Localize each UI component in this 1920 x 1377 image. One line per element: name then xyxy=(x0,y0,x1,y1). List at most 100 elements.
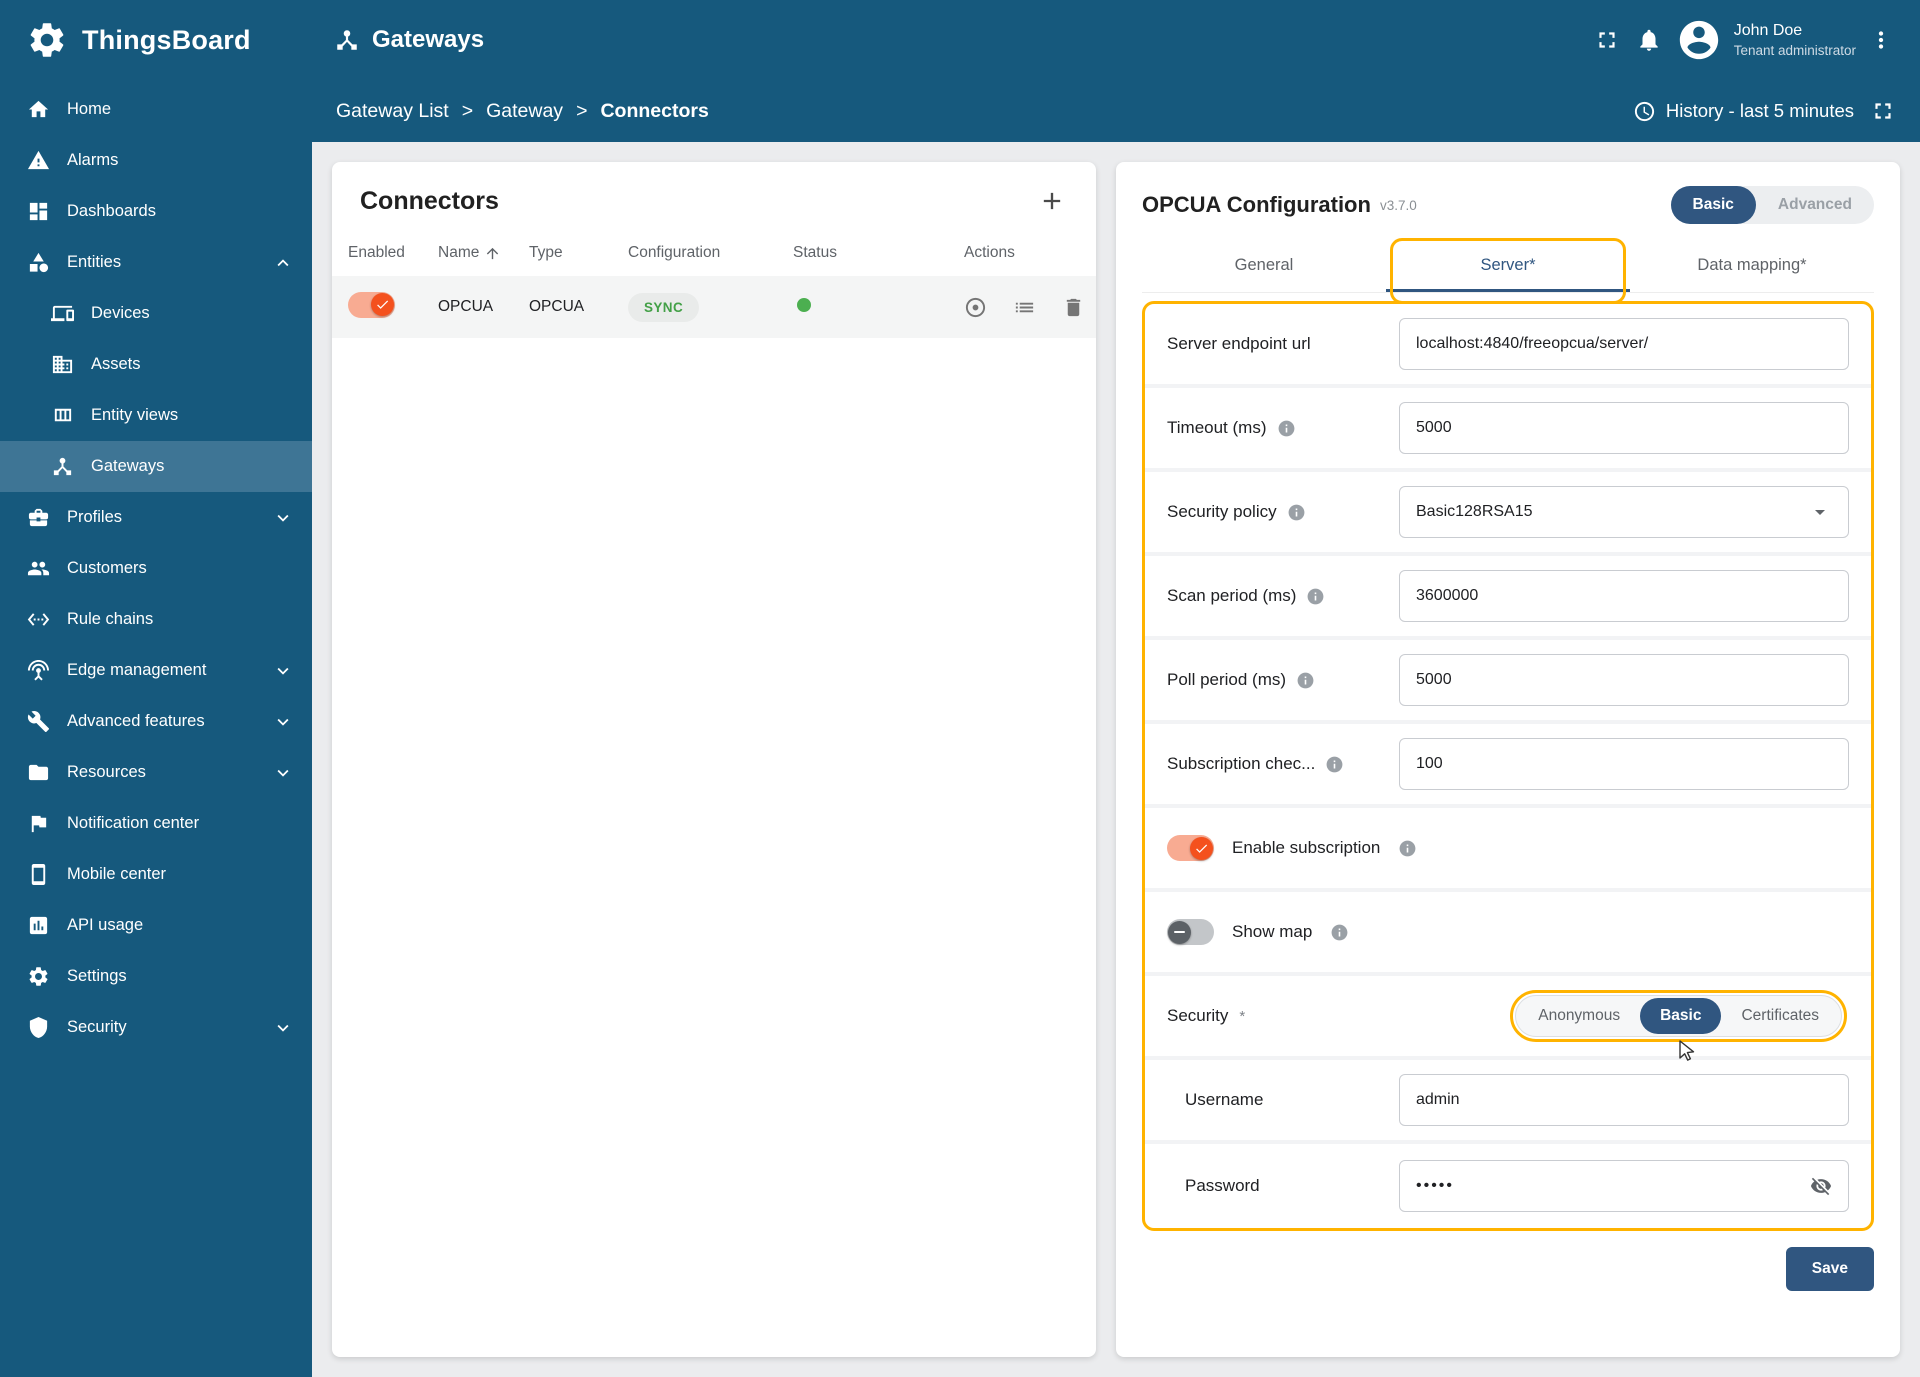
field-row-scan-period: Scan period (ms) 3600000 xyxy=(1145,556,1871,640)
logs-icon[interactable] xyxy=(1013,296,1036,319)
enable-subscription-toggle[interactable] xyxy=(1167,835,1214,861)
tab-data-mapping[interactable]: Data mapping* xyxy=(1630,238,1874,292)
sidebar-item-home[interactable]: Home xyxy=(0,84,312,135)
breadcrumb-separator: > xyxy=(461,99,474,122)
sidebar-item-mobile-center[interactable]: Mobile center xyxy=(0,849,312,900)
timeout-input[interactable]: 5000 xyxy=(1399,402,1849,454)
sidebar-item-customers[interactable]: Customers xyxy=(0,543,312,594)
save-button[interactable]: Save xyxy=(1785,1247,1874,1291)
column-name[interactable]: Name xyxy=(438,244,529,262)
advanced-mode-button[interactable]: Advanced xyxy=(1756,186,1874,224)
sidebar-item-label: API usage xyxy=(67,916,144,934)
required-marker: * xyxy=(1239,1008,1246,1025)
field-label: Server endpoint url xyxy=(1167,334,1311,353)
tools-icon xyxy=(27,710,50,733)
sidebar-item-rule-chains[interactable]: Rule chains xyxy=(0,594,312,645)
breadcrumb-gateway-list[interactable]: Gateway List xyxy=(336,100,449,123)
field-label: Subscription chec... xyxy=(1167,754,1316,773)
tab-server[interactable]: Server* xyxy=(1386,238,1630,304)
field-label: Timeout (ms) xyxy=(1167,418,1267,437)
app-root: ThingsBoard Gateways John Doe Tenant adm… xyxy=(0,0,1920,1377)
sidebar-item-assets[interactable]: Assets xyxy=(0,339,312,390)
sidebar-item-label: Entities xyxy=(67,253,122,271)
sidebar-item-label: Alarms xyxy=(67,151,119,169)
basic-mode-button[interactable]: Basic xyxy=(1670,186,1756,224)
info-icon[interactable] xyxy=(1287,503,1306,522)
fullscreen-button[interactable] xyxy=(1586,19,1628,61)
info-icon[interactable] xyxy=(1296,671,1315,690)
chevron-up-icon xyxy=(272,252,294,274)
field-label: Password xyxy=(1185,1176,1260,1195)
subscription-check-input[interactable]: 100 xyxy=(1399,738,1849,790)
scan-period-input[interactable]: 3600000 xyxy=(1399,570,1849,622)
opcua-config-panel: OPCUA Configuration v3.7.0 Basic Advance… xyxy=(1116,162,1900,1357)
avatar[interactable] xyxy=(1676,17,1722,63)
sidebar-item-label: Settings xyxy=(67,967,127,985)
info-icon[interactable] xyxy=(1306,587,1325,606)
sidebar-item-label: Entity views xyxy=(91,406,179,424)
insert-chart-icon xyxy=(27,914,50,937)
tab-general[interactable]: General xyxy=(1142,238,1386,292)
thingsboard-logo-icon xyxy=(26,19,68,61)
info-icon[interactable] xyxy=(1398,839,1417,858)
sidebar-item-resources[interactable]: Resources xyxy=(0,747,312,798)
sidebar-item-dashboards[interactable]: Dashboards xyxy=(0,186,312,237)
breadcrumb-separator: > xyxy=(576,99,588,122)
brand: ThingsBoard xyxy=(0,19,312,61)
sidebar-item-gateways[interactable]: Gateways xyxy=(0,441,312,492)
check-icon xyxy=(1194,841,1209,856)
sidebar-item-security[interactable]: Security xyxy=(0,1002,312,1053)
chevron-down-icon xyxy=(272,711,294,733)
password-input[interactable]: ••••• xyxy=(1399,1160,1849,1212)
status-indicator xyxy=(797,297,811,312)
sidebar-item-advanced-features[interactable]: Advanced features xyxy=(0,696,312,747)
rpc-icon[interactable] xyxy=(964,296,987,319)
username-input[interactable]: admin xyxy=(1399,1074,1849,1126)
notifications-button[interactable] xyxy=(1628,19,1670,61)
sidebar-item-entities[interactable]: Entities xyxy=(0,237,312,288)
expand-panel-button[interactable] xyxy=(1862,90,1904,132)
sidebar-item-edge-management[interactable]: Edge management xyxy=(0,645,312,696)
info-icon[interactable] xyxy=(1277,419,1296,438)
show-map-row: Show map xyxy=(1145,892,1871,976)
security-anonymous-button[interactable]: Anonymous xyxy=(1518,998,1640,1034)
sidebar-item-devices[interactable]: Devices xyxy=(0,288,312,339)
delete-icon[interactable] xyxy=(1062,296,1085,319)
sidebar-item-label: Rule chains xyxy=(67,610,154,628)
add-connector-button[interactable] xyxy=(1032,186,1072,216)
breadcrumb-gateway[interactable]: Gateway xyxy=(486,100,563,123)
connector-row[interactable]: OPCUA OPCUA SYNC xyxy=(332,276,1096,338)
column-type: Type xyxy=(529,244,563,261)
input-value: 5000 xyxy=(1416,419,1452,436)
security-policy-select[interactable]: Basic128RSA15 xyxy=(1399,486,1849,538)
toggle-password-visibility-button[interactable] xyxy=(1810,1175,1832,1197)
history-label: History - last 5 minutes xyxy=(1665,100,1854,121)
sort-ascending-icon xyxy=(484,245,501,262)
poll-period-input[interactable]: 5000 xyxy=(1399,654,1849,706)
sidebar-item-alarms[interactable]: Alarms xyxy=(0,135,312,186)
security-certificates-button[interactable]: Certificates xyxy=(1721,998,1839,1034)
sidebar-item-api-usage[interactable]: API usage xyxy=(0,900,312,951)
more-menu-button[interactable] xyxy=(1860,19,1902,61)
configuration-chip[interactable]: SYNC xyxy=(628,292,700,322)
info-icon[interactable] xyxy=(1325,755,1344,774)
sidebar-item-notification-center[interactable]: Notification center xyxy=(0,798,312,849)
connector-enabled-toggle[interactable] xyxy=(348,291,395,318)
sidebar-item-label: Edge management xyxy=(67,661,207,679)
server-endpoint-url-input[interactable]: localhost:4840/freeopcua/server/ xyxy=(1399,318,1849,370)
info-icon[interactable] xyxy=(1330,923,1349,942)
column-configuration: Configuration xyxy=(628,244,721,261)
field-row-security-policy: Security policy Basic128RSA15 xyxy=(1145,472,1871,556)
smartphone-icon xyxy=(27,863,50,886)
sidebar-item-entity-views[interactable]: Entity views xyxy=(0,390,312,441)
column-status: Status xyxy=(793,244,837,261)
settings-ethernet-icon xyxy=(27,608,50,631)
field-label: Security policy xyxy=(1167,502,1277,521)
sidebar-item-profiles[interactable]: Profiles xyxy=(0,492,312,543)
security-basic-button[interactable]: Basic xyxy=(1640,998,1722,1034)
show-map-toggle[interactable] xyxy=(1167,919,1214,945)
sidebar-item-settings[interactable]: Settings xyxy=(0,951,312,1002)
top-bar: ThingsBoard Gateways John Doe Tenant adm… xyxy=(0,0,1920,80)
field-label: Username xyxy=(1185,1090,1264,1109)
history-control[interactable]: History - last 5 minutes xyxy=(1633,100,1854,123)
